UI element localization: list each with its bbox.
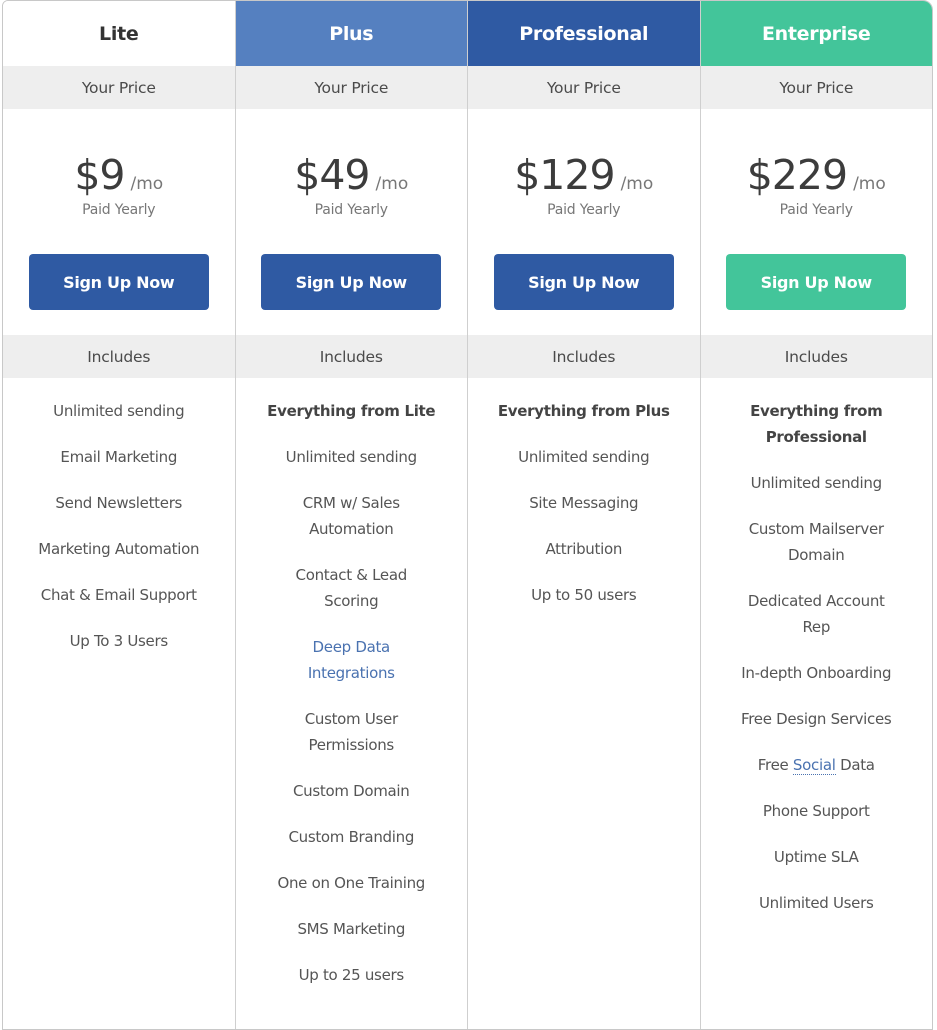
price: $9 /mo xyxy=(74,151,163,199)
feature-item: Uptime SLA xyxy=(773,848,859,866)
plan-column-professional: Professional Your Price $129 /mo Paid Ye… xyxy=(468,1,701,1029)
sign-up-button-lite[interactable]: Sign Up Now xyxy=(28,254,209,310)
feature-item: Unlimited Users xyxy=(758,894,874,912)
feature-list: Everything from Lite Unlimited sending C… xyxy=(236,378,468,1008)
plan-column-lite: Lite Your Price $9 /mo Paid Yearly Sign … xyxy=(3,1,236,1029)
feature-item: Unlimited sending xyxy=(285,448,417,466)
your-price-label: Your Price xyxy=(3,66,235,109)
feature-item: Site Messaging xyxy=(529,494,639,512)
price: $49 /mo xyxy=(294,151,408,199)
feature-list: Everything from Plus Unlimited sending S… xyxy=(468,378,700,628)
feature-item: Email Marketing xyxy=(60,448,178,466)
feature-item-inherited: Everything from Professional xyxy=(750,402,883,446)
your-price-label: Your Price xyxy=(235,66,467,109)
price-amount: $229 xyxy=(746,151,848,199)
feature-item-social-data: Free Social Data xyxy=(721,752,911,778)
feature-item: Up to 50 users xyxy=(531,586,637,604)
sign-up-button-professional[interactable]: Sign Up Now xyxy=(493,254,674,310)
feature-text: Data xyxy=(840,756,875,774)
plan-column-plus: Plus Your Price $49 /mo Paid Yearly Sign… xyxy=(235,1,468,1029)
feature-item: Up To 3 Users xyxy=(69,632,169,650)
feature-item: Dedicated Account Rep xyxy=(747,592,885,636)
feature-item: Marketing Automation xyxy=(38,540,200,558)
feature-item: In-depth Onboarding xyxy=(741,664,892,682)
feature-item: Custom User Permissions xyxy=(304,710,398,754)
price-amount: $129 xyxy=(514,151,615,199)
billing-note: Paid Yearly xyxy=(82,202,156,218)
feature-link-deep-data[interactable]: Deep Data Integrations xyxy=(286,634,416,686)
your-price-label: Your Price xyxy=(468,66,700,109)
feature-item: Custom Branding xyxy=(288,828,415,846)
feature-item: One on One Training xyxy=(277,874,426,892)
billing-note: Paid Yearly xyxy=(779,202,853,218)
includes-label: Includes xyxy=(3,335,235,378)
feature-item: SMS Marketing xyxy=(297,920,406,938)
pricing-table: Lite Your Price $9 /mo Paid Yearly Sign … xyxy=(2,0,933,1030)
plan-name: Professional xyxy=(468,1,700,66)
includes-label: Includes xyxy=(700,335,932,378)
feature-item: Unlimited sending xyxy=(518,448,650,466)
feature-item: Custom Domain xyxy=(292,782,410,800)
price-amount: $9 xyxy=(74,151,125,199)
feature-item: Contact & Lead Scoring xyxy=(295,566,408,610)
includes-label: Includes xyxy=(468,335,700,378)
social-tooltip-link[interactable]: Social xyxy=(792,756,836,775)
feature-item: Unlimited sending xyxy=(750,474,882,492)
price-unit: /mo xyxy=(375,174,409,194)
your-price-label: Your Price xyxy=(700,66,932,109)
feature-item: Custom Mailserver Domain xyxy=(748,520,884,564)
feature-item: Chat & Email Support xyxy=(40,586,197,604)
feature-item: Free Design Services xyxy=(741,710,892,728)
price: $229 /mo xyxy=(747,151,886,199)
plan-column-enterprise: Enterprise Your Price $229 /mo Paid Year… xyxy=(700,1,933,1029)
feature-text: Free xyxy=(757,756,789,774)
price: $129 /mo xyxy=(514,151,653,199)
plan-name: Enterprise xyxy=(700,1,932,66)
feature-list: Unlimited sending Email Marketing Send N… xyxy=(3,378,235,674)
feature-item: Phone Support xyxy=(762,802,870,820)
feature-item-inherited: Everything from Lite xyxy=(267,402,436,420)
billing-note: Paid Yearly xyxy=(314,202,388,218)
price-unit: /mo xyxy=(620,174,654,194)
feature-item: Unlimited sending xyxy=(53,402,185,420)
feature-item-inherited: Everything from Plus xyxy=(497,402,670,420)
billing-note: Paid Yearly xyxy=(547,202,621,218)
feature-item: Send Newsletters xyxy=(55,494,183,512)
plan-name: Plus xyxy=(235,1,467,66)
sign-up-button-enterprise[interactable]: Sign Up Now xyxy=(726,254,907,310)
sign-up-button-plus[interactable]: Sign Up Now xyxy=(261,254,442,310)
plan-name: Lite xyxy=(3,1,235,66)
price-unit: /mo xyxy=(853,174,886,194)
feature-item: CRM w/ Sales Automation xyxy=(302,494,400,538)
price-amount: $49 xyxy=(294,151,370,199)
feature-item: Up to 25 users xyxy=(298,966,405,984)
includes-label: Includes xyxy=(235,335,467,378)
feature-item: Attribution xyxy=(545,540,623,558)
price-unit: /mo xyxy=(130,174,164,194)
feature-list: Everything from Professional Unlimited s… xyxy=(701,378,933,936)
